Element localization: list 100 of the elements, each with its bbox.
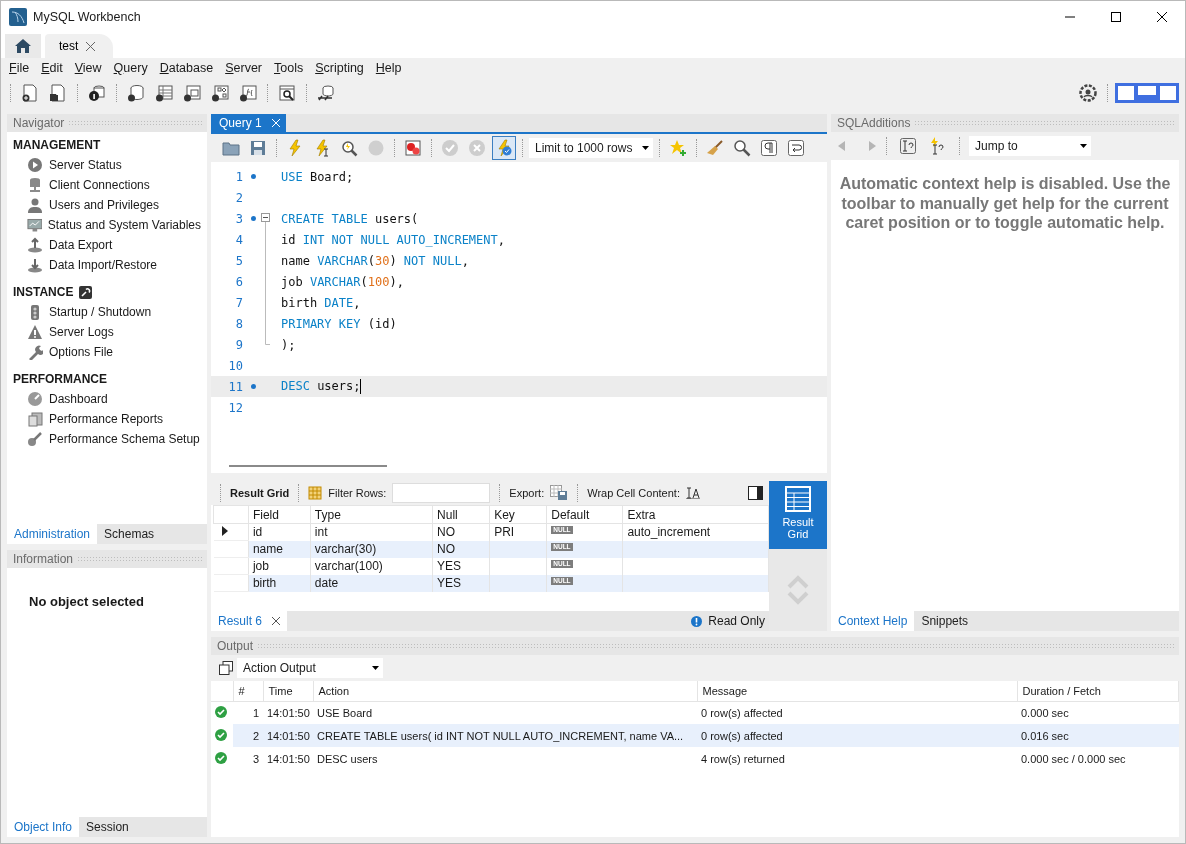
navigator-tab[interactable]: Administration xyxy=(7,524,98,545)
maximize-icon[interactable] xyxy=(1111,11,1121,22)
column-header[interactable]: Default xyxy=(546,505,623,524)
line-number: 4 xyxy=(234,232,243,247)
information-tab[interactable]: Object Info xyxy=(7,817,80,837)
document-folder-glyph xyxy=(49,84,67,102)
help-tab[interactable]: Context Help xyxy=(831,611,915,631)
navigator-item[interactable]: Status and System Variables xyxy=(47,218,201,232)
table-cell: PRI xyxy=(494,525,515,540)
menu-item[interactable]: Scripting xyxy=(309,61,370,75)
close-icon[interactable] xyxy=(272,617,281,625)
home-tab[interactable] xyxy=(5,34,41,58)
caret-icon[interactable] xyxy=(642,146,649,150)
line-number: 11 xyxy=(227,379,243,394)
menu-item[interactable]: View xyxy=(68,61,108,75)
copy-icon[interactable] xyxy=(219,661,233,675)
autocommit-toggle[interactable] xyxy=(492,136,516,160)
result-tab[interactable]: Result 6 xyxy=(211,611,288,631)
settings-icon[interactable] xyxy=(1076,81,1100,105)
navigator-item[interactable]: Data Export xyxy=(49,238,113,252)
column-header[interactable]: Null xyxy=(432,505,490,524)
column-header[interactable]: Message xyxy=(697,681,1017,701)
caret-icon[interactable] xyxy=(372,666,379,670)
menu-item[interactable]: Tools xyxy=(268,61,310,75)
navigator-item[interactable]: Server Status xyxy=(49,158,122,172)
navigator-item[interactable]: Dashboard xyxy=(49,392,108,406)
navigator-item[interactable]: Startup / Shutdown xyxy=(49,305,152,319)
column-header[interactable]: Action xyxy=(313,681,697,701)
table-cell: YES xyxy=(437,559,462,573)
navigator-item[interactable]: Performance Reports xyxy=(49,412,164,426)
person-icon xyxy=(27,197,43,213)
table-cell: NO xyxy=(437,542,456,556)
grid-icon[interactable] xyxy=(784,485,812,513)
export-icon[interactable] xyxy=(550,485,569,501)
code-line: job VARCHAR(100), xyxy=(281,274,404,289)
navigator-item[interactable]: Server Logs xyxy=(49,325,114,339)
filter-input[interactable] xyxy=(392,483,491,503)
play-icon xyxy=(27,157,43,173)
connection-tab[interactable]: test xyxy=(45,34,114,58)
panel-title: Information xyxy=(13,552,74,567)
table-cell: DESC users xyxy=(317,752,378,765)
navigator-item[interactable]: Users and Privileges xyxy=(49,198,160,212)
column-header[interactable]: Duration / Fetch xyxy=(1017,681,1179,701)
wrap-text-icon[interactable] xyxy=(685,487,700,499)
table-cell: 0.016 sec xyxy=(1021,729,1069,742)
section-title: INSTANCE xyxy=(13,285,74,299)
column-header[interactable]: Field xyxy=(248,505,311,524)
menu-item[interactable]: Database xyxy=(153,61,220,75)
panel-title: SQLAdditions xyxy=(837,116,911,130)
jump-to-select[interactable]: Jump to xyxy=(969,136,1091,156)
panel-toggle-icon[interactable] xyxy=(748,486,763,500)
home-icon[interactable] xyxy=(14,38,32,54)
app-logo-icon xyxy=(9,7,27,26)
column-header[interactable]: Time xyxy=(263,681,313,701)
table-cell: 0 row(s) affected xyxy=(701,729,783,742)
document-plus-glyph xyxy=(21,84,39,102)
menu-item[interactable]: Edit xyxy=(35,61,69,75)
gauge-icon xyxy=(27,391,43,407)
table-cell: CREATE TABLE users( id INT NOT NULL AUTO_INCREMENT, name VA... xyxy=(317,729,684,742)
column-header[interactable]: # xyxy=(233,681,263,701)
menu-item[interactable]: Server xyxy=(219,61,268,75)
table-cell: birth xyxy=(252,576,277,590)
filter-label: Filter Rows: xyxy=(328,487,387,499)
table-cell: 0 row(s) affected xyxy=(701,706,783,719)
caret-icon[interactable] xyxy=(1080,144,1087,148)
table-cell: name xyxy=(252,542,283,556)
scrollbar-thumb[interactable] xyxy=(229,465,387,467)
result-grid-button[interactable]: Result Grid xyxy=(769,481,827,549)
menu-item[interactable]: File xyxy=(3,61,36,75)
menu-item[interactable]: Help xyxy=(369,61,408,75)
line-number: 7 xyxy=(234,295,243,310)
code-line: name VARCHAR(30) NOT NULL, xyxy=(281,253,469,268)
column-header[interactable]: Type xyxy=(310,505,433,524)
navigator-item[interactable]: Data Import/Restore xyxy=(49,258,158,272)
navigator-item[interactable]: Performance Schema Setup xyxy=(49,432,200,446)
table-cell: id xyxy=(252,525,263,540)
limit-rows-select[interactable]: Limit to 1000 rows xyxy=(529,138,653,158)
database-arrows-glyph xyxy=(317,84,335,102)
menu-item[interactable]: Query xyxy=(107,61,154,75)
table-cell: 2 xyxy=(252,729,259,742)
line-number: 9 xyxy=(234,337,243,352)
section-title: MANAGEMENT xyxy=(13,138,101,152)
code-line: birth DATE, xyxy=(281,295,361,310)
fold-toggle-icon[interactable] xyxy=(261,213,270,229)
panel-layout-icon[interactable] xyxy=(1115,83,1179,103)
query-tab[interactable]: Query 1 xyxy=(211,114,286,132)
line-number: 12 xyxy=(227,400,243,415)
code-line: USE Board; xyxy=(281,169,354,184)
wrap-label: Wrap Cell Content: xyxy=(587,487,680,499)
close-icon[interactable] xyxy=(1157,11,1167,22)
column-header[interactable]: Extra xyxy=(622,505,769,524)
navigator-item[interactable]: Client Connections xyxy=(49,178,150,192)
code-line: ); xyxy=(281,337,296,352)
table-cell: varchar(100) xyxy=(314,559,383,573)
output-mode-select[interactable]: Action Output xyxy=(237,658,383,678)
column-header[interactable]: Key xyxy=(489,505,547,524)
table-cell: date xyxy=(314,576,339,590)
navigator-item[interactable]: Options File xyxy=(49,345,114,359)
result-grid-label: Result Grid xyxy=(230,487,290,499)
line-number: 8 xyxy=(234,316,243,331)
